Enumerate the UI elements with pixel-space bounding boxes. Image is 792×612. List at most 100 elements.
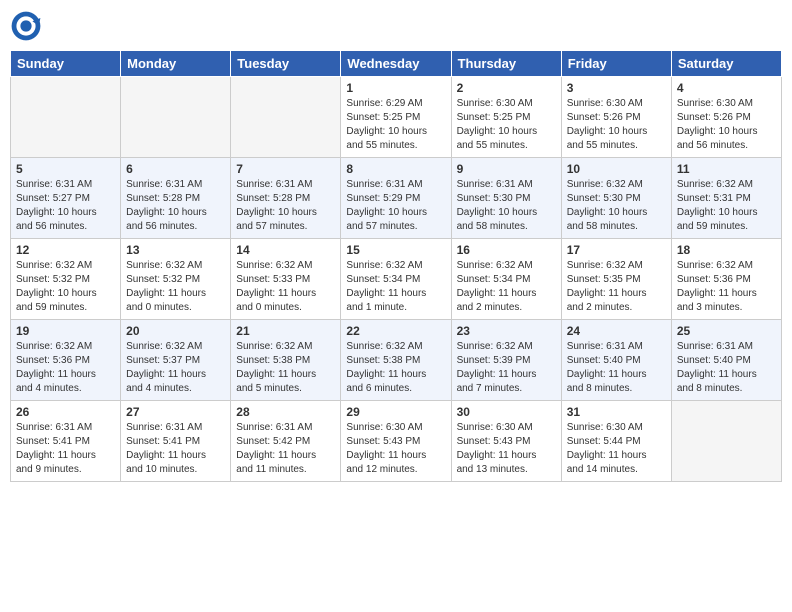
day-number: 12 — [16, 243, 115, 257]
day-number: 23 — [457, 324, 556, 338]
day-of-week-header: Monday — [121, 51, 231, 77]
calendar-day-cell: 29 Sunrise: 6:30 AM Sunset: 5:43 PM Dayli… — [341, 401, 451, 482]
calendar-day-cell: 17 Sunrise: 6:32 AM Sunset: 5:35 PM Dayli… — [561, 239, 671, 320]
calendar-day-cell — [121, 77, 231, 158]
calendar-day-cell: 23 Sunrise: 6:32 AM Sunset: 5:39 PM Dayli… — [451, 320, 561, 401]
day-number: 31 — [567, 405, 666, 419]
day-of-week-header: Tuesday — [231, 51, 341, 77]
day-number: 9 — [457, 162, 556, 176]
day-number: 30 — [457, 405, 556, 419]
day-number: 14 — [236, 243, 335, 257]
day-info: Sunrise: 6:31 AM Sunset: 5:27 PM Dayligh… — [16, 178, 115, 234]
calendar-day-cell: 15 Sunrise: 6:32 AM Sunset: 5:34 PM Dayli… — [341, 239, 451, 320]
day-info: Sunrise: 6:31 AM Sunset: 5:41 PM Dayligh… — [126, 421, 225, 477]
day-number: 10 — [567, 162, 666, 176]
calendar-day-cell: 12 Sunrise: 6:32 AM Sunset: 5:32 PM Dayli… — [11, 239, 121, 320]
day-number: 19 — [16, 324, 115, 338]
day-number: 3 — [567, 81, 666, 95]
day-info: Sunrise: 6:31 AM Sunset: 5:29 PM Dayligh… — [346, 178, 445, 234]
day-info: Sunrise: 6:29 AM Sunset: 5:25 PM Dayligh… — [346, 97, 445, 153]
day-number: 5 — [16, 162, 115, 176]
calendar-day-cell: 16 Sunrise: 6:32 AM Sunset: 5:34 PM Dayli… — [451, 239, 561, 320]
day-info: Sunrise: 6:32 AM Sunset: 5:37 PM Dayligh… — [126, 340, 225, 396]
calendar-day-cell: 20Sunrise: 6:32 AM Sunset: 5:37 PM Dayli… — [121, 320, 231, 401]
calendar-day-cell — [11, 77, 121, 158]
day-number: 26 — [16, 405, 115, 419]
day-number: 21 — [236, 324, 335, 338]
calendar-day-cell: 21 Sunrise: 6:32 AM Sunset: 5:38 PM Dayli… — [231, 320, 341, 401]
day-number: 25 — [677, 324, 776, 338]
day-info: Sunrise: 6:32 AM Sunset: 5:32 PM Dayligh… — [16, 259, 115, 315]
calendar-header-row: SundayMondayTuesdayWednesdayThursdayFrid… — [11, 51, 782, 77]
day-info: Sunrise: 6:32 AM Sunset: 5:34 PM Dayligh… — [346, 259, 445, 315]
day-info: Sunrise: 6:31 AM Sunset: 5:42 PM Dayligh… — [236, 421, 335, 477]
calendar-day-cell: 14 Sunrise: 6:32 AM Sunset: 5:33 PM Dayli… — [231, 239, 341, 320]
day-info: Sunrise: 6:31 AM Sunset: 5:30 PM Dayligh… — [457, 178, 556, 234]
day-number: 11 — [677, 162, 776, 176]
day-info: Sunrise: 6:31 AM Sunset: 5:41 PM Dayligh… — [16, 421, 115, 477]
calendar-day-cell: 11 Sunrise: 6:32 AM Sunset: 5:31 PM Dayli… — [671, 158, 781, 239]
calendar-day-cell: 22 Sunrise: 6:32 AM Sunset: 5:38 PM Dayli… — [341, 320, 451, 401]
day-info: Sunrise: 6:32 AM Sunset: 5:36 PM Dayligh… — [16, 340, 115, 396]
day-number: 4 — [677, 81, 776, 95]
day-number: 17 — [567, 243, 666, 257]
day-of-week-header: Wednesday — [341, 51, 451, 77]
calendar-day-cell: 2Sunrise: 6:30 AM Sunset: 5:25 PM Daylig… — [451, 77, 561, 158]
day-number: 16 — [457, 243, 556, 257]
day-info: Sunrise: 6:32 AM Sunset: 5:31 PM Dayligh… — [677, 178, 776, 234]
day-number: 15 — [346, 243, 445, 257]
day-number: 1 — [346, 81, 445, 95]
day-info: Sunrise: 6:32 AM Sunset: 5:33 PM Dayligh… — [236, 259, 335, 315]
calendar-week-row: 26 Sunrise: 6:31 AM Sunset: 5:41 PM Dayli… — [11, 401, 782, 482]
calendar-day-cell: 1 Sunrise: 6:29 AM Sunset: 5:25 PM Daylig… — [341, 77, 451, 158]
calendar-week-row: 1 Sunrise: 6:29 AM Sunset: 5:25 PM Daylig… — [11, 77, 782, 158]
day-of-week-header: Friday — [561, 51, 671, 77]
calendar-day-cell: 19 Sunrise: 6:32 AM Sunset: 5:36 PM Dayli… — [11, 320, 121, 401]
day-info: Sunrise: 6:32 AM Sunset: 5:38 PM Dayligh… — [346, 340, 445, 396]
day-info: Sunrise: 6:32 AM Sunset: 5:38 PM Dayligh… — [236, 340, 335, 396]
calendar-day-cell: 13 Sunrise: 6:32 AM Sunset: 5:32 PM Dayli… — [121, 239, 231, 320]
day-info: Sunrise: 6:32 AM Sunset: 5:39 PM Dayligh… — [457, 340, 556, 396]
calendar-day-cell: 30 Sunrise: 6:30 AM Sunset: 5:43 PM Dayli… — [451, 401, 561, 482]
calendar-day-cell: 27Sunrise: 6:31 AM Sunset: 5:41 PM Dayli… — [121, 401, 231, 482]
day-of-week-header: Sunday — [11, 51, 121, 77]
calendar-day-cell: 26 Sunrise: 6:31 AM Sunset: 5:41 PM Dayli… — [11, 401, 121, 482]
calendar-day-cell: 4Sunrise: 6:30 AM Sunset: 5:26 PM Daylig… — [671, 77, 781, 158]
calendar-table: SundayMondayTuesdayWednesdayThursdayFrid… — [10, 50, 782, 482]
day-number: 18 — [677, 243, 776, 257]
calendar-day-cell: 24 Sunrise: 6:31 AM Sunset: 5:40 PM Dayli… — [561, 320, 671, 401]
day-info: Sunrise: 6:31 AM Sunset: 5:28 PM Dayligh… — [236, 178, 335, 234]
logo — [10, 10, 46, 42]
day-number: 13 — [126, 243, 225, 257]
day-number: 22 — [346, 324, 445, 338]
day-info: Sunrise: 6:32 AM Sunset: 5:32 PM Dayligh… — [126, 259, 225, 315]
calendar-day-cell — [231, 77, 341, 158]
calendar-week-row: 12 Sunrise: 6:32 AM Sunset: 5:32 PM Dayli… — [11, 239, 782, 320]
calendar-day-cell: 7 Sunrise: 6:31 AM Sunset: 5:28 PM Daylig… — [231, 158, 341, 239]
page-header — [10, 10, 782, 42]
day-number: 29 — [346, 405, 445, 419]
day-info: Sunrise: 6:32 AM Sunset: 5:34 PM Dayligh… — [457, 259, 556, 315]
day-number: 24 — [567, 324, 666, 338]
day-number: 2 — [457, 81, 556, 95]
calendar-day-cell — [671, 401, 781, 482]
calendar-day-cell: 8Sunrise: 6:31 AM Sunset: 5:29 PM Daylig… — [341, 158, 451, 239]
day-number: 7 — [236, 162, 335, 176]
day-info: Sunrise: 6:30 AM Sunset: 5:26 PM Dayligh… — [567, 97, 666, 153]
day-info: Sunrise: 6:30 AM Sunset: 5:44 PM Dayligh… — [567, 421, 666, 477]
day-of-week-header: Saturday — [671, 51, 781, 77]
day-info: Sunrise: 6:30 AM Sunset: 5:43 PM Dayligh… — [457, 421, 556, 477]
calendar-day-cell: 6 Sunrise: 6:31 AM Sunset: 5:28 PM Daylig… — [121, 158, 231, 239]
calendar-day-cell: 9 Sunrise: 6:31 AM Sunset: 5:30 PM Daylig… — [451, 158, 561, 239]
day-info: Sunrise: 6:30 AM Sunset: 5:43 PM Dayligh… — [346, 421, 445, 477]
calendar-day-cell: 3 Sunrise: 6:30 AM Sunset: 5:26 PM Daylig… — [561, 77, 671, 158]
day-info: Sunrise: 6:32 AM Sunset: 5:36 PM Dayligh… — [677, 259, 776, 315]
day-number: 6 — [126, 162, 225, 176]
day-info: Sunrise: 6:31 AM Sunset: 5:28 PM Dayligh… — [126, 178, 225, 234]
day-info: Sunrise: 6:31 AM Sunset: 5:40 PM Dayligh… — [567, 340, 666, 396]
day-info: Sunrise: 6:32 AM Sunset: 5:30 PM Dayligh… — [567, 178, 666, 234]
calendar-week-row: 5 Sunrise: 6:31 AM Sunset: 5:27 PM Daylig… — [11, 158, 782, 239]
calendar-week-row: 19 Sunrise: 6:32 AM Sunset: 5:36 PM Dayli… — [11, 320, 782, 401]
calendar-day-cell: 18 Sunrise: 6:32 AM Sunset: 5:36 PM Dayli… — [671, 239, 781, 320]
day-info: Sunrise: 6:32 AM Sunset: 5:35 PM Dayligh… — [567, 259, 666, 315]
